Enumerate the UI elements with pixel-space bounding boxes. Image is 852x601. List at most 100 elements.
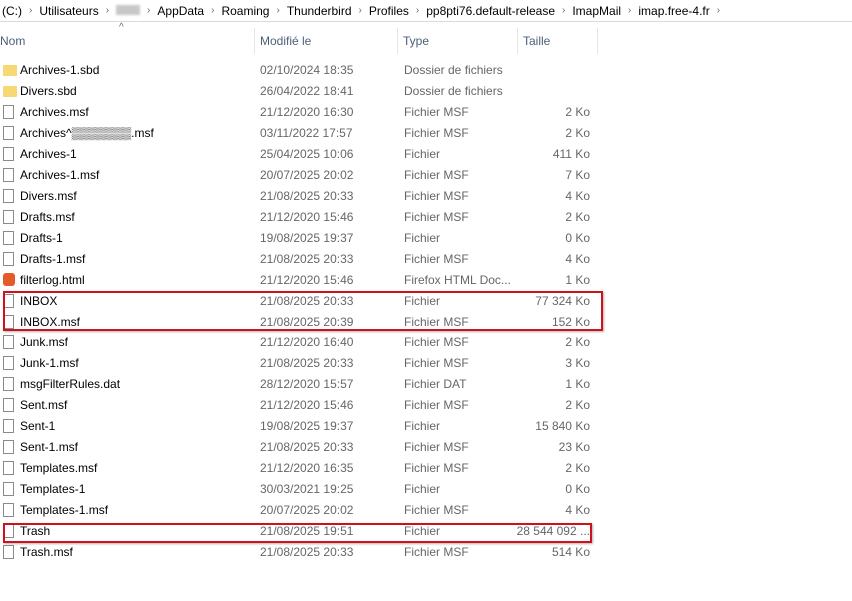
file-type: Fichier MSF (404, 356, 469, 371)
file-icon (3, 125, 14, 140)
file-name: Drafts-1.msf (20, 251, 86, 266)
file-type: Firefox HTML Doc... (404, 272, 511, 287)
breadcrumb-item[interactable]: Thunderbird (285, 4, 354, 18)
file-name: Templates-1.msf (20, 503, 109, 518)
file-date: 21/12/2020 15:46 (260, 398, 354, 413)
file-date: 20/07/2025 20:02 (260, 167, 354, 182)
file-size: 2 Ko (565, 335, 590, 350)
file-date: 21/12/2020 15:46 (260, 209, 354, 224)
chevron-right-icon[interactable]: › (712, 5, 725, 16)
column-size[interactable]: Taille (517, 28, 598, 54)
file-icon (3, 461, 14, 476)
file-type: Fichier MSF (404, 503, 469, 518)
file-date: 20/07/2025 20:02 (260, 503, 354, 518)
breadcrumb-item[interactable]: pp8pti76.default-release (424, 4, 557, 18)
chevron-right-icon[interactable]: › (557, 5, 570, 16)
file-row[interactable]: Drafts.msf 21/12/2020 15:46 Fichier MSF 2 K… (0, 207, 600, 228)
file-icon (3, 230, 14, 245)
file-size: 2 Ko (565, 209, 590, 224)
file-date: 21/12/2020 15:46 (260, 272, 354, 287)
file-name: Archives-1.msf (20, 167, 100, 182)
file-type: Fichier MSF (404, 251, 469, 266)
breadcrumb-item[interactable]: ImapMail (570, 4, 623, 18)
file-date: 19/08/2025 19:37 (260, 230, 354, 245)
file-type: Dossier de fichiers (404, 63, 503, 77)
file-size: 7 Ko (565, 167, 590, 182)
file-date: 21/08/2025 20:33 (260, 545, 354, 560)
file-size: 2 Ko (565, 461, 590, 476)
file-row[interactable]: Junk-1.msf 21/08/2025 20:33 Fichier MSF 3 K… (0, 353, 600, 374)
breadcrumb-item[interactable]: AppData (155, 4, 206, 18)
file-row[interactable]: Sent.msf 21/12/2020 15:46 Fichier MSF 2 Ko (0, 395, 600, 416)
file-icon (3, 398, 14, 413)
file-row[interactable]: Sent-1 19/08/2025 19:37 Fichier 15 840 Ko (0, 416, 600, 437)
file-row[interactable]: Divers.sbd 26/04/2022 18:41 Dossier de fic… (0, 81, 600, 102)
breadcrumb-item[interactable]: imap.free-4.fr (636, 4, 711, 18)
file-date: 03/11/2022 17:57 (260, 125, 353, 140)
html-icon (3, 272, 15, 286)
file-icon (3, 335, 14, 350)
highlight-inbox (3, 291, 603, 331)
file-type: Fichier MSF (404, 209, 469, 224)
breadcrumb-item[interactable] (114, 4, 142, 18)
file-row[interactable]: filterlog.html 21/12/2020 15:46 Firefox HT… (0, 270, 600, 291)
file-size: 2 Ko (565, 125, 590, 140)
file-size: 514 Ko (551, 545, 590, 560)
column-type[interactable]: Type (397, 28, 518, 54)
file-row[interactable]: Archives-1.msf 20/07/2025 20:02 Fichier MS… (0, 165, 600, 186)
file-icon (3, 356, 14, 371)
file-date: 25/04/2025 10:06 (260, 146, 354, 161)
file-row[interactable]: Sent-1.msf 21/08/2025 20:33 Fichier MSF 23 … (0, 437, 600, 458)
file-date: 30/03/2021 19:25 (260, 482, 354, 497)
chevron-right-icon[interactable]: › (354, 5, 367, 16)
file-name: Archives-1 (20, 146, 77, 161)
file-type: Fichier (404, 419, 441, 434)
file-size: 411 Ko (552, 146, 590, 161)
file-name: Sent-1 (20, 419, 56, 434)
file-row[interactable]: Archives-1.sbd 02/10/2024 18:35 Dossier de… (0, 60, 600, 81)
file-row[interactable]: Drafts-1 19/08/2025 19:37 Fichier 0 Ko (0, 228, 600, 249)
breadcrumb-item[interactable]: Roaming (219, 4, 271, 18)
file-size: 2 Ko (565, 398, 590, 413)
file-name: Junk.msf (20, 335, 69, 350)
file-date: 21/12/2020 16:40 (260, 335, 354, 350)
breadcrumb-item[interactable]: Profiles (367, 4, 411, 18)
chevron-right-icon[interactable]: › (271, 5, 284, 16)
file-row[interactable]: Divers.msf 21/08/2025 20:33 Fichier MSF 4 K… (0, 186, 600, 207)
chevron-right-icon[interactable]: › (24, 5, 37, 16)
chevron-right-icon[interactable]: › (411, 5, 424, 16)
file-icon (3, 377, 14, 392)
file-type: Fichier MSF (404, 398, 469, 413)
chevron-right-icon[interactable]: › (142, 5, 155, 16)
file-name: Templates.msf (20, 461, 98, 476)
file-row[interactable]: Templates-1.msf 20/07/2025 20:02 Fichier M… (0, 500, 600, 521)
file-row[interactable]: Junk.msf 21/12/2020 16:40 Fichier MSF 2 Ko (0, 332, 600, 353)
file-name: Junk-1.msf (20, 356, 79, 371)
file-type: Fichier MSF (404, 461, 469, 476)
column-name[interactable]: Nom (0, 28, 255, 54)
breadcrumb-item[interactable]: (C:) (0, 4, 24, 18)
file-row[interactable]: Templates-1 30/03/2021 19:25 Fichier 0 Ko (0, 479, 600, 500)
file-row[interactable]: Archives.msf 21/12/2020 16:30 Fichier MSF 2… (0, 102, 600, 123)
file-type: Fichier MSF (404, 125, 469, 140)
breadcrumb-item[interactable]: Utilisateurs (37, 4, 100, 18)
file-row[interactable]: msgFilterRules.dat 28/12/2020 15:57 Fichie… (0, 374, 600, 395)
file-row[interactable]: Trash.msf 21/08/2025 20:33 Fichier MSF 514 … (0, 542, 600, 563)
file-row[interactable]: Archives^▒▒▒▒▒▒▒.msf 03/11/2022 17:57 Fich… (0, 123, 600, 144)
file-date: 21/08/2025 20:33 (260, 251, 354, 266)
file-type: Fichier MSF (404, 335, 469, 350)
file-name: Archives.msf (20, 104, 89, 119)
file-size: 23 Ko (558, 440, 590, 455)
file-icon (3, 146, 14, 161)
file-date: 21/08/2025 20:33 (260, 356, 354, 371)
file-row[interactable]: Drafts-1.msf 21/08/2025 20:33 Fichier MSF 4… (0, 249, 600, 270)
chevron-right-icon[interactable]: › (101, 5, 114, 16)
chevron-right-icon[interactable]: › (623, 5, 636, 16)
chevron-right-icon[interactable]: › (206, 5, 219, 16)
column-modified[interactable]: Modifié le (255, 28, 398, 54)
file-name: Divers.msf (20, 188, 77, 203)
file-row[interactable]: Archives-1 25/04/2025 10:06 Fichier 411 Ko (0, 144, 600, 165)
file-type: Fichier (404, 146, 441, 161)
file-row[interactable]: Templates.msf 21/12/2020 16:35 Fichier MSF… (0, 458, 600, 479)
column-header: ^ Nom Modifié le Type Taille (0, 22, 600, 54)
